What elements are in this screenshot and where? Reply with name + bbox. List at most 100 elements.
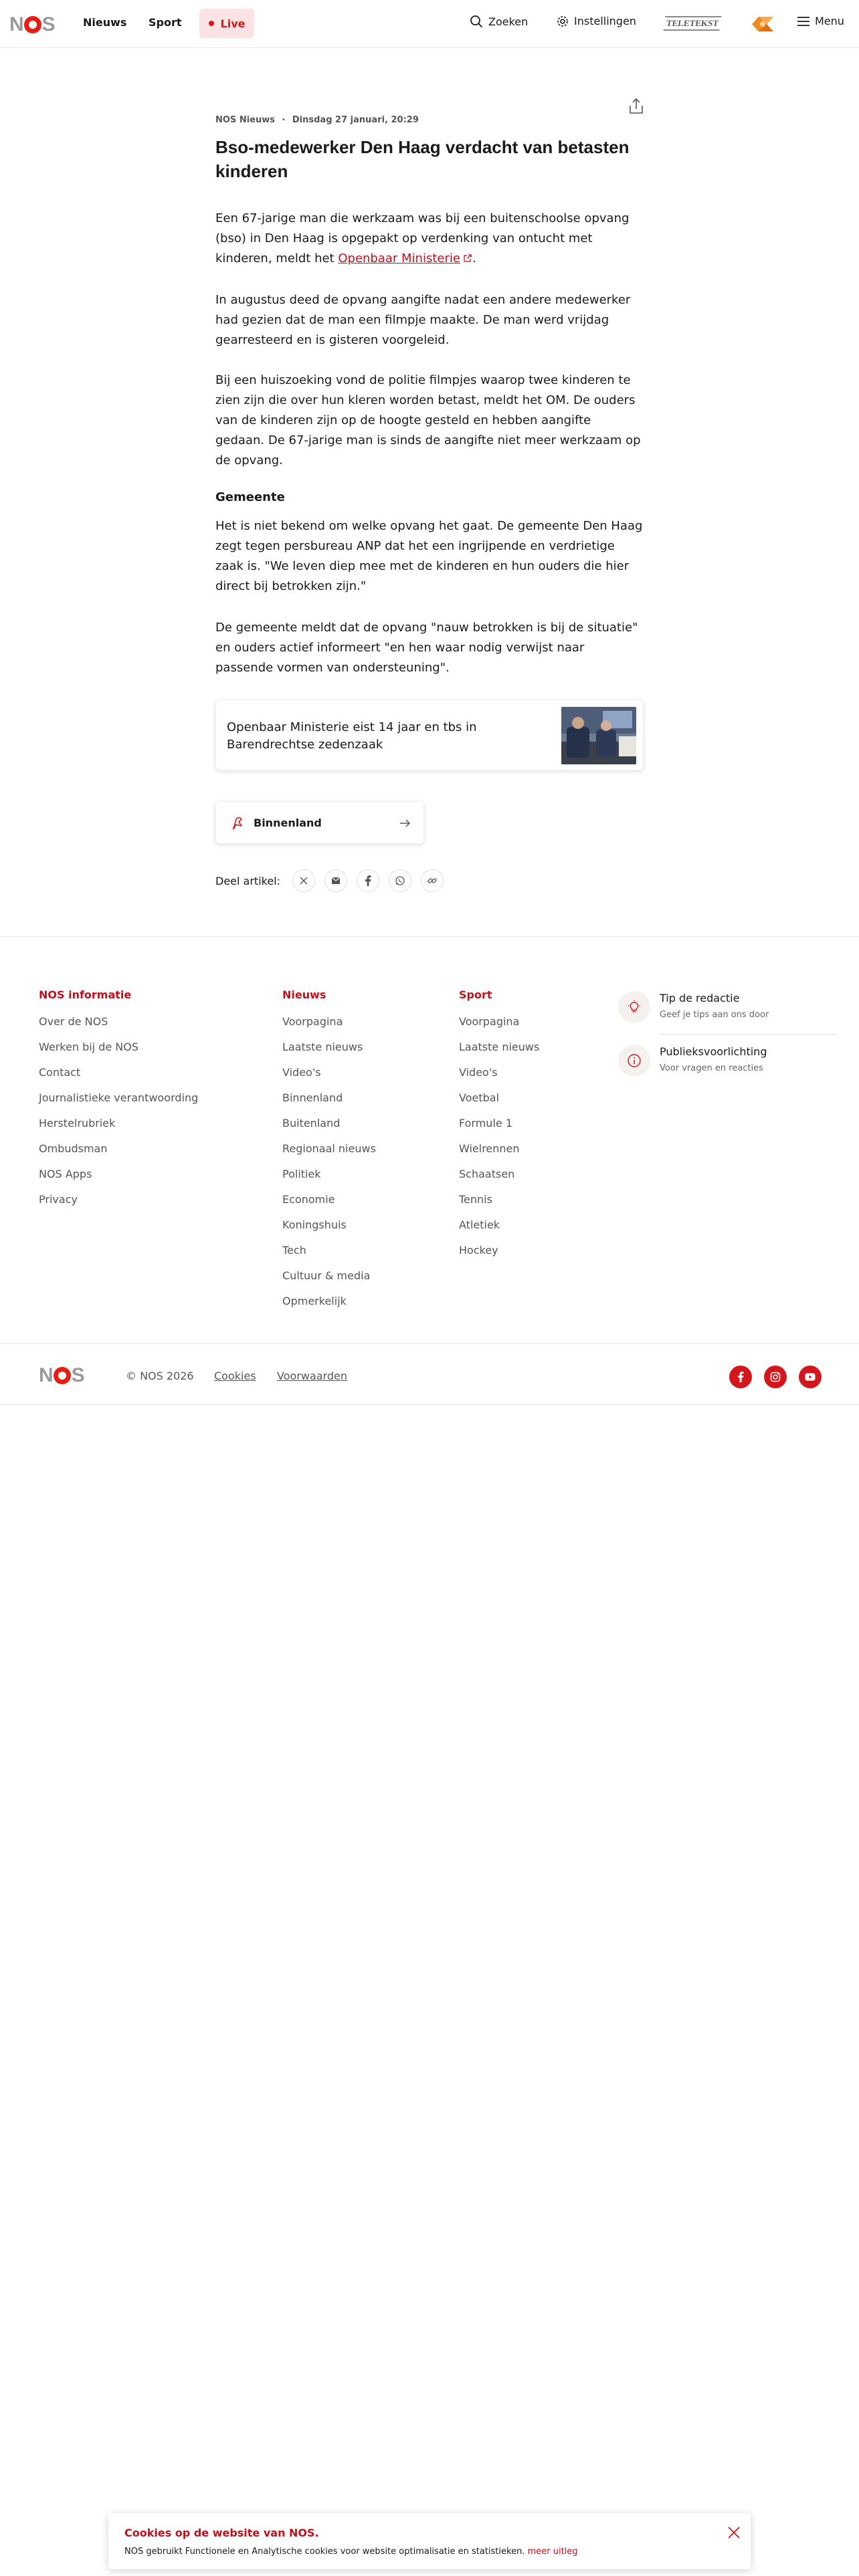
footer-link[interactable]: Schaatsen <box>459 1166 539 1192</box>
tip-title: Tip de redactie <box>660 992 740 1004</box>
facebook-icon <box>738 1372 744 1382</box>
article-paragraph-2: In augustus deed de opvang aangifte nada… <box>215 293 631 347</box>
cookie-banner: Cookies op de website van NOS. NOS gebru… <box>108 2513 751 2569</box>
share-copy-link-button[interactable] <box>421 869 444 892</box>
lightbulb-icon <box>618 991 650 1023</box>
footer-link[interactable]: Voorpagina <box>282 1014 376 1039</box>
tip-title: Publieksvoorlichting <box>660 1045 767 1058</box>
footer-link[interactable]: Journalistieke verantwoording <box>39 1090 198 1115</box>
close-icon[interactable] <box>727 2525 741 2540</box>
article-date: Dinsdag 27 januari, 20:29 <box>292 115 419 125</box>
footer-heading: NOS informatie <box>39 988 132 1001</box>
live-dot-icon <box>208 21 214 26</box>
teletekst-link[interactable]: TELETEKST <box>663 16 722 31</box>
instagram-icon <box>770 1372 781 1382</box>
footer-link[interactable]: Binnenland <box>282 1090 376 1115</box>
whatsapp-icon <box>395 876 405 885</box>
footer-link[interactable]: Voetbal <box>459 1090 539 1115</box>
tip-subtitle: Voor vragen en reacties <box>660 1063 763 1073</box>
article-source: NOS Nieuws <box>215 115 275 125</box>
publieksvoorlichting-link[interactable]: Publieksvoorlichting Voor vragen en reac… <box>618 1045 767 1077</box>
npo-logo-icon[interactable] <box>749 14 776 34</box>
search-icon <box>470 15 482 27</box>
footer-link[interactable]: Regionaal nieuws <box>282 1141 376 1166</box>
share-x-button[interactable] <box>292 869 316 892</box>
gear-icon <box>557 15 568 27</box>
footer-link[interactable]: Formule 1 <box>459 1115 539 1141</box>
cookies-link[interactable]: Cookies <box>214 1370 256 1382</box>
live-button[interactable]: Live <box>199 9 254 38</box>
facebook-icon <box>365 875 371 886</box>
facebook-social-button[interactable] <box>729 1366 752 1388</box>
meta-separator: • <box>281 116 286 124</box>
related-article-thumbnail <box>561 707 636 764</box>
footer-link[interactable]: Atletiek <box>459 1217 539 1243</box>
x-icon <box>300 877 308 885</box>
share-whatsapp-button[interactable] <box>389 869 412 892</box>
menu-button[interactable]: Menu <box>797 15 844 27</box>
cookie-more-link[interactable]: meer uitleg <box>528 2547 578 2557</box>
footer-link[interactable]: Video's <box>282 1065 376 1090</box>
settings-button[interactable]: Instellingen <box>557 15 636 27</box>
share-email-button[interactable] <box>324 869 348 892</box>
footer-link[interactable]: Wielrennen <box>459 1141 539 1166</box>
tip-redactie-link[interactable]: Tip de redactie Geef je tips aan ons doo… <box>618 991 769 1023</box>
nav-sport[interactable]: Sport <box>149 16 182 29</box>
footer-link[interactable]: Over de NOS <box>39 1014 198 1039</box>
footer-link[interactable]: Koningshuis <box>282 1217 376 1243</box>
footer-link[interactable]: Privacy <box>39 1192 198 1217</box>
article-title: Bso-medewerker Den Haag verdacht van bet… <box>215 137 630 181</box>
cookie-title: Cookies op de website van NOS. <box>124 2527 319 2539</box>
footer-link[interactable]: Herstelrubriek <box>39 1115 198 1141</box>
footer-link[interactable]: Contact <box>39 1065 198 1090</box>
related-article-title: Openbaar Ministerie eist 14 jaar en tbs … <box>227 720 477 752</box>
share-facebook-button[interactable] <box>357 869 380 892</box>
article-paragraph-5: De gemeente meldt dat de opvang "nauw be… <box>215 621 638 675</box>
footer-link[interactable]: Laatste nieuws <box>459 1039 539 1065</box>
footer-heading: Nieuws <box>282 988 326 1001</box>
footer-link[interactable]: Economie <box>282 1192 376 1217</box>
related-article-card[interactable]: Openbaar Ministerie eist 14 jaar en tbs … <box>215 700 644 770</box>
footer-divider-top <box>0 936 859 937</box>
hamburger-icon <box>797 16 809 26</box>
footer-link[interactable]: Werken bij de NOS <box>39 1039 198 1065</box>
footer-link[interactable]: NOS Apps <box>39 1166 198 1192</box>
footer-link[interactable]: Tech <box>282 1243 376 1268</box>
info-icon <box>618 1045 650 1077</box>
article-paragraph-4: Het is niet bekend om welke opvang het g… <box>215 519 643 593</box>
category-label: Binnenland <box>254 817 322 829</box>
footer-link[interactable]: Video's <box>459 1065 539 1090</box>
footer-link[interactable]: Voorpagina <box>459 1014 539 1039</box>
instagram-social-button[interactable] <box>764 1366 787 1388</box>
share-icon[interactable] <box>626 96 646 116</box>
footer-link[interactable]: Opmerkelijk <box>282 1293 376 1319</box>
section-heading: Gemeente <box>215 490 285 504</box>
footer-link[interactable]: Ombudsman <box>39 1141 198 1166</box>
footer-link[interactable]: Hockey <box>459 1243 539 1268</box>
footer-link[interactable]: Cultuur & media <box>282 1268 376 1293</box>
nos-logo[interactable]: NS <box>9 13 56 36</box>
footer-divider-mid <box>0 1343 859 1344</box>
footer-col-nos-informatie: NOS informatie Over de NOS Werken bij de… <box>39 988 198 1217</box>
nos-footer-logo[interactable]: NS <box>39 1364 85 1387</box>
footer-link[interactable]: Laatste nieuws <box>282 1039 376 1065</box>
footer-link[interactable]: Tennis <box>459 1192 539 1217</box>
share-row: Deel artikel: <box>215 869 453 892</box>
youtube-social-button[interactable] <box>799 1366 822 1388</box>
link-icon <box>427 878 437 883</box>
openbaar-ministerie-link[interactable]: Openbaar Ministerie <box>338 251 472 265</box>
email-icon <box>331 877 341 884</box>
footer-link[interactable]: Politiek <box>282 1166 376 1192</box>
copyright: © NOS 2026 <box>126 1370 194 1382</box>
footer-divider-bottom <box>0 1404 859 1405</box>
binnenland-icon <box>232 817 242 830</box>
article-paragraph-1: Een 67-jarige man die werkzaam was bij e… <box>215 211 630 265</box>
site-header: NS Nieuws Sport Live Zoeken Instellingen… <box>0 0 859 48</box>
category-binnenland-card[interactable]: Binnenland <box>215 801 424 844</box>
voorwaarden-link[interactable]: Voorwaarden <box>277 1370 347 1382</box>
arrow-right-icon <box>400 819 411 827</box>
share-label: Deel artikel: <box>215 874 281 887</box>
footer-link[interactable]: Buitenland <box>282 1115 376 1141</box>
nav-nieuws[interactable]: Nieuws <box>83 16 126 29</box>
search-button[interactable]: Zoeken <box>470 15 528 28</box>
